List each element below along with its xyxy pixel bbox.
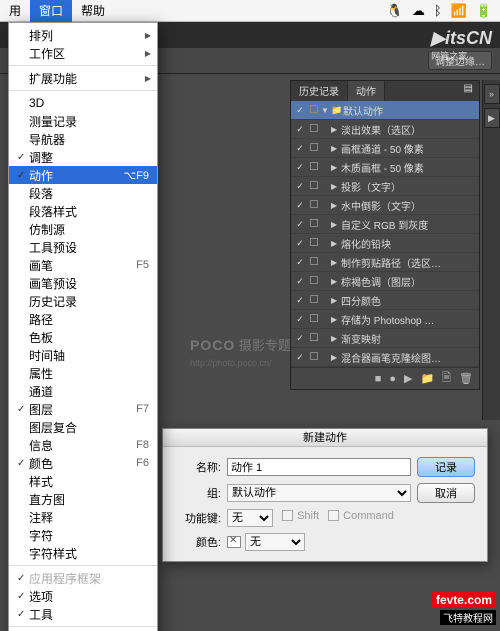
menu-item-工具[interactable]: ✓工具 xyxy=(9,605,157,623)
name-label: 名称: xyxy=(173,459,221,475)
menu-item-排列[interactable]: 排列 xyxy=(9,26,157,44)
new-action-icon[interactable]: 🗎 xyxy=(442,369,451,388)
menu-item-路径[interactable]: 路径 xyxy=(9,310,157,328)
os-menubar: 用 窗口 帮助 🐧 ☁ ᛒ 📶 🔋 xyxy=(0,0,500,22)
menu-item[interactable]: 用 xyxy=(0,0,30,22)
menu-item-字符[interactable]: 字符 xyxy=(9,526,157,544)
menu-item-属性[interactable]: 属性 xyxy=(9,364,157,382)
menu-item-色板[interactable]: 色板 xyxy=(9,328,157,346)
action-row[interactable]: ✓▶渐变映射 xyxy=(291,329,479,348)
new-action-dialog: 新建动作 名称: 记录 组: 默认动作 取消 功能键: 无 Shift Comm… xyxy=(162,428,488,562)
menu-item-段落样式[interactable]: 段落样式 xyxy=(9,202,157,220)
menu-window[interactable]: 窗口 xyxy=(30,0,72,22)
new-folder-icon[interactable]: 📁 xyxy=(420,372,434,385)
menu-item-动作[interactable]: ✓动作⌥F9 xyxy=(9,166,157,184)
play-icon[interactable]: ▶ xyxy=(484,108,500,128)
itscn-watermark: ▶itsCN 网管之家 xyxy=(431,28,492,62)
action-row[interactable]: ✓▶木质画框 - 50 像素 xyxy=(291,158,479,177)
dialog-title: 新建动作 xyxy=(163,429,487,447)
menu-item-时间轴[interactable]: 时间轴 xyxy=(9,346,157,364)
panel-sidebar: » ▶ xyxy=(482,80,500,420)
menu-item-段落[interactable]: 段落 xyxy=(9,184,157,202)
record-button[interactable]: 记录 xyxy=(417,457,475,477)
window-menu-dropdown: 排列工作区扩展功能 3D测量记录导航器✓调整✓动作⌥F9段落段落样式仿制源工具预设… xyxy=(8,22,158,631)
menu-item-图层复合[interactable]: 图层复合 xyxy=(9,418,157,436)
menu-item-直方图[interactable]: 直方图 xyxy=(9,490,157,508)
group-select[interactable]: 默认动作 xyxy=(227,484,411,502)
menu-item-调整[interactable]: ✓调整 xyxy=(9,148,157,166)
fkey-select[interactable]: 无 xyxy=(227,509,273,527)
menu-help[interactable]: 帮助 xyxy=(72,0,114,22)
menu-item-扩展功能[interactable]: 扩展功能 xyxy=(9,69,157,87)
penguin-icon[interactable]: 🐧 xyxy=(387,3,403,19)
menu-item-颜色[interactable]: ✓颜色F6 xyxy=(9,454,157,472)
color-label: 颜色: xyxy=(173,534,221,550)
menu-item-仿制源[interactable]: 仿制源 xyxy=(9,220,157,238)
wifi-icon[interactable]: 📶 xyxy=(451,3,467,19)
color-swatch[interactable] xyxy=(227,536,241,548)
action-row[interactable]: ✓▶自定义 RGB 到灰度 xyxy=(291,215,479,234)
cloud-icon[interactable]: ☁ xyxy=(412,3,425,19)
menu-item-3D[interactable]: 3D xyxy=(9,94,157,112)
battery-icon[interactable]: 🔋 xyxy=(476,3,492,19)
menu-item-通道[interactable]: 通道 xyxy=(9,382,157,400)
action-row[interactable]: ✓▶四分颜色 xyxy=(291,291,479,310)
tab-history[interactable]: 历史记录 xyxy=(291,81,348,101)
action-row[interactable]: ✓▶画框通道 - 50 像素 xyxy=(291,139,479,158)
menu-item-字符样式[interactable]: 字符样式 xyxy=(9,544,157,562)
menu-item-工作区[interactable]: 工作区 xyxy=(9,44,157,62)
menu-item-历史记录[interactable]: 历史记录 xyxy=(9,292,157,310)
menu-item-图层[interactable]: ✓图层F7 xyxy=(9,400,157,418)
color-select[interactable]: 无 xyxy=(245,533,305,551)
cancel-button[interactable]: 取消 xyxy=(417,483,475,503)
bluetooth-icon[interactable]: ᛒ xyxy=(434,3,442,18)
menu-item-信息[interactable]: 信息F8 xyxy=(9,436,157,454)
menu-item-工具预设[interactable]: 工具预设 xyxy=(9,238,157,256)
panel-footer: ■ ● ▶ 📁 🗎 🗑 xyxy=(291,367,479,389)
menu-item-测量记录[interactable]: 测量记录 xyxy=(9,112,157,130)
action-row[interactable]: ✓▶淡出效果（选区） xyxy=(291,120,479,139)
record-icon[interactable]: ● xyxy=(389,373,396,385)
action-set-header[interactable]: ✓▼📁默认动作 xyxy=(291,101,479,120)
action-row[interactable]: ✓▶棕褐色调（图层） xyxy=(291,272,479,291)
name-input[interactable] xyxy=(227,458,411,476)
menu-item-注释[interactable]: 注释 xyxy=(9,508,157,526)
menu-item-画笔预设[interactable]: 画笔预设 xyxy=(9,274,157,292)
action-row[interactable]: ✓▶水中倒影（文字） xyxy=(291,196,479,215)
stop-icon[interactable]: ■ xyxy=(375,373,382,385)
fevte-watermark: fevte.com 飞特教程网 xyxy=(432,591,496,627)
actions-panel: 历史记录 动作 ▤ ✓▼📁默认动作✓▶淡出效果（选区）✓▶画框通道 - 50 像… xyxy=(290,80,480,390)
expand-icon[interactable]: » xyxy=(484,84,500,104)
group-label: 组: xyxy=(173,485,221,501)
menu-item-应用程序框架[interactable]: ✓应用程序框架 xyxy=(9,569,157,587)
action-row[interactable]: ✓▶熔化的铅块 xyxy=(291,234,479,253)
action-row[interactable]: ✓▶投影（文字） xyxy=(291,177,479,196)
panel-menu-icon[interactable]: ▤ xyxy=(458,81,479,101)
menu-item-选项[interactable]: ✓选项 xyxy=(9,587,157,605)
trash-icon[interactable]: 🗑 xyxy=(459,372,473,385)
action-row[interactable]: ✓▶存储为 Photoshop … xyxy=(291,310,479,329)
poco-watermark: POCO 摄影专题 http://photo.poco.cn/ xyxy=(190,335,291,369)
action-row[interactable]: ✓▶制作剪贴路径（选区… xyxy=(291,253,479,272)
shift-checkbox[interactable]: Shift xyxy=(282,510,319,522)
status-tray: 🐧 ☁ ᛒ 📶 🔋 xyxy=(387,3,500,19)
menu-item-画笔[interactable]: 画笔F5 xyxy=(9,256,157,274)
action-row[interactable]: ✓▶混合器画笔克隆绘图… xyxy=(291,348,479,367)
play-icon[interactable]: ▶ xyxy=(404,372,412,385)
command-checkbox[interactable]: Command xyxy=(328,510,394,522)
menu-item-样式[interactable]: 样式 xyxy=(9,472,157,490)
menu-item-导航器[interactable]: 导航器 xyxy=(9,130,157,148)
fkey-label: 功能键: xyxy=(173,510,221,526)
tab-actions[interactable]: 动作 xyxy=(348,81,385,101)
